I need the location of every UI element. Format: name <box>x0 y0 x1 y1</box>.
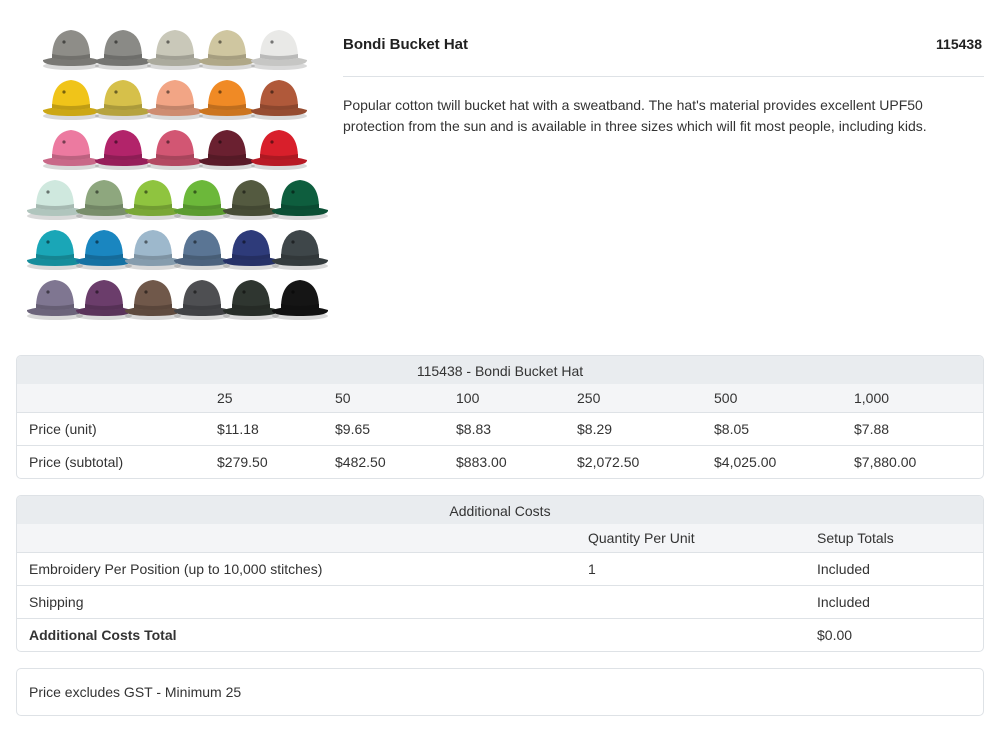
price-cell: $2,072.50 <box>577 454 640 470</box>
price-cell: $8.83 <box>456 421 492 437</box>
product-description: Popular cotton twill bucket hat with a s… <box>343 97 927 134</box>
qty-header: 1,000 <box>854 390 890 406</box>
cost-qty: 1 <box>588 561 596 577</box>
price-cell: $7,880.00 <box>854 454 917 470</box>
cost-label: Embroidery Per Position (up to 10,000 st… <box>29 561 323 577</box>
additional-costs-title: Additional Costs <box>17 496 983 524</box>
table-row: Shipping Included <box>17 585 983 618</box>
table-row: Price (subtotal) $279.50 $482.50 $883.00… <box>17 445 983 478</box>
qty-header: 50 <box>335 390 351 406</box>
table-row: Embroidery Per Position (up to 10,000 st… <box>17 552 983 585</box>
total-value: $0.00 <box>817 627 853 643</box>
hat-swatch-icon <box>250 30 308 70</box>
qty-header: 100 <box>456 390 480 406</box>
price-cell: $7.88 <box>854 421 890 437</box>
qty-header: 250 <box>577 390 601 406</box>
pricing-table-title: 115438 - Bondi Bucket Hat <box>17 356 983 384</box>
cost-setup: Included <box>817 561 870 577</box>
price-cell: $8.29 <box>577 421 613 437</box>
cost-label: Shipping <box>29 594 84 610</box>
product-title: Bondi Bucket Hat <box>343 36 469 53</box>
row-label: Price (subtotal) <box>29 454 124 470</box>
price-cell: $9.65 <box>335 421 371 437</box>
gst-note-text: Price excludes GST - Minimum 25 <box>29 684 242 700</box>
hat-swatch-icon <box>271 230 329 270</box>
price-cell: $482.50 <box>335 454 386 470</box>
quantity-header-row: 25 50 100 250 500 1,000 <box>17 384 983 412</box>
additional-costs-table: Additional Costs Quantity Per Unit Setup… <box>16 495 984 652</box>
price-cell: $8.05 <box>714 421 750 437</box>
hat-swatch-icon <box>250 80 308 120</box>
price-cell: $4,025.00 <box>714 454 777 470</box>
table-row: Price (unit) $11.18 $9.65 $8.83 $8.29 $8… <box>17 412 983 445</box>
product-header: Bondi Bucket Hat 115438 <box>343 36 982 53</box>
header-divider <box>343 76 984 77</box>
hat-swatch-icon <box>271 280 329 320</box>
total-label: Additional Costs Total <box>29 627 177 643</box>
price-cell: $279.50 <box>217 454 268 470</box>
price-cell: $11.18 <box>217 421 259 437</box>
hat-swatch-icon <box>271 180 329 220</box>
table-row: Additional Costs Total $0.00 <box>17 618 983 651</box>
price-cell: $883.00 <box>456 454 507 470</box>
qty-per-unit-header: Quantity Per Unit <box>588 530 695 546</box>
qty-header: 500 <box>714 390 738 406</box>
hat-swatch-icon <box>250 130 308 170</box>
product-image <box>22 22 329 324</box>
qty-header: 25 <box>217 390 233 406</box>
product-code: 115438 <box>936 36 982 52</box>
setup-totals-header: Setup Totals <box>817 530 894 546</box>
gst-note: Price excludes GST - Minimum 25 <box>16 668 984 716</box>
additional-header-row: Quantity Per Unit Setup Totals <box>17 524 983 552</box>
row-label: Price (unit) <box>29 421 97 437</box>
cost-setup: Included <box>817 594 870 610</box>
pricing-table: 115438 - Bondi Bucket Hat 25 50 100 250 … <box>16 355 984 479</box>
